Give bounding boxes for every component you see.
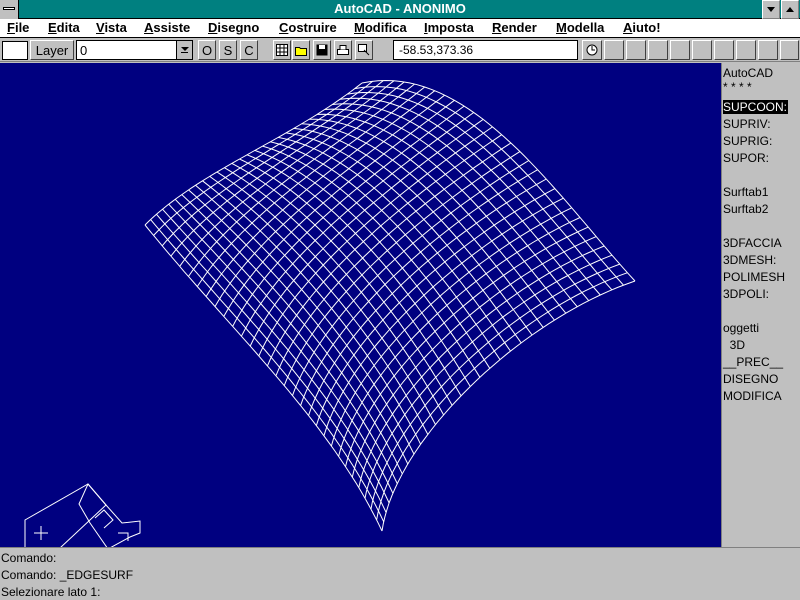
maximize-icon <box>786 7 794 12</box>
menu-disegno[interactable]: Disegno <box>208 20 259 35</box>
side-item-supor[interactable]: SUPOR: <box>723 151 769 165</box>
title-bar: AutoCAD - ANONIMO <box>0 0 800 19</box>
save-disk-icon <box>316 44 328 56</box>
side-item-supriv[interactable]: SUPRIV: <box>723 117 771 131</box>
toolbar-slot-5[interactable] <box>692 40 712 60</box>
toolbar-slot-4[interactable] <box>670 40 690 60</box>
maximize-button[interactable] <box>781 0 799 19</box>
menu-aiuto[interactable]: Aiuto! <box>623 20 661 35</box>
layer-combo[interactable]: 0 <box>76 40 193 60</box>
toolbar-slot-6[interactable] <box>714 40 734 60</box>
coordinate-display: -58.53,373.36 <box>393 40 578 60</box>
side-item-3dpoli[interactable]: 3DPOLI: <box>723 287 769 301</box>
minimize-icon <box>767 7 775 12</box>
side-item-3d[interactable]: 3D <box>723 338 745 352</box>
minimize-button[interactable] <box>762 0 780 19</box>
menu-bar: File Edita Vista Assiste Disegno Costrui… <box>0 19 800 38</box>
layer-value: 0 <box>80 43 88 58</box>
side-item-3dfaccia[interactable]: 3DFACCIA <box>723 236 782 250</box>
toolbar-slot-7[interactable] <box>736 40 756 60</box>
coordinate-button[interactable] <box>582 40 602 60</box>
dropdown-arrow-icon[interactable] <box>176 41 192 59</box>
side-item-stars[interactable]: * * * * <box>723 80 752 94</box>
coordinate-icon <box>586 44 598 56</box>
menu-vista[interactable]: Vista <box>96 20 127 35</box>
save-button[interactable] <box>313 40 331 60</box>
toolbar-slot-8[interactable] <box>758 40 778 60</box>
drawing-area[interactable] <box>0 63 721 547</box>
window-title: AutoCAD - ANONIMO <box>334 1 466 16</box>
toolbar: Layer 0 O S C -58.53,373.36 <box>0 38 800 62</box>
menu-file[interactable]: File <box>7 20 29 35</box>
side-item-surftab2[interactable]: Surftab2 <box>723 202 768 216</box>
print-icon <box>337 45 349 55</box>
side-item-disegno[interactable]: DISEGNO <box>723 372 778 386</box>
toolbar-slot-1[interactable] <box>604 40 624 60</box>
command-line-2: Comando: _EDGESURF <box>1 568 134 582</box>
snap-button[interactable]: S <box>219 40 237 60</box>
side-item-surftab1[interactable]: Surftab1 <box>723 185 768 199</box>
coordinates-text: -58.53,373.36 <box>399 43 474 57</box>
command-line-1: Comando: <box>1 551 57 565</box>
side-item-autocad[interactable]: AutoCAD <box>723 66 773 80</box>
menu-modella[interactable]: Modella <box>556 20 604 35</box>
menu-costruire[interactable]: Costruire <box>279 20 337 35</box>
ortho-button[interactable]: O <box>198 40 216 60</box>
open-folder-icon <box>295 47 307 56</box>
render-button[interactable] <box>355 40 373 60</box>
render-icon <box>358 44 370 56</box>
menu-modifica[interactable]: Modifica <box>354 20 407 35</box>
grid-button[interactable] <box>273 40 291 60</box>
toolbar-slot-2[interactable] <box>626 40 646 60</box>
side-item-modifica[interactable]: MODIFICA <box>723 389 782 403</box>
open-button[interactable] <box>292 40 310 60</box>
command-area[interactable]: Comando: Comando: _EDGESURF Selezionare … <box>0 547 800 600</box>
side-item-prec[interactable]: __PREC__ <box>723 355 783 369</box>
layer-button[interactable]: Layer <box>30 40 74 60</box>
side-screen-menu: AutoCAD * * * * SUPCOON: SUPRIV: SUPRIG:… <box>721 63 800 547</box>
ucs-icon <box>24 483 141 547</box>
grid-icon <box>276 44 288 56</box>
menu-imposta[interactable]: Imposta <box>424 20 474 35</box>
side-item-polimesh[interactable]: POLIMESH <box>723 270 785 284</box>
side-item-3dmesh[interactable]: 3DMESH: <box>723 253 776 267</box>
command-prompt[interactable]: Selezionare lato 1: <box>1 585 100 599</box>
side-item-supcoon[interactable]: SUPCOON: <box>723 100 789 114</box>
color-swatch[interactable] <box>2 41 28 60</box>
toolbar-slot-3[interactable] <box>648 40 668 60</box>
menu-edita[interactable]: Edita <box>48 20 80 35</box>
coords-toggle-button[interactable]: C <box>240 40 258 60</box>
print-button[interactable] <box>334 40 352 60</box>
side-item-suprig[interactable]: SUPRIG: <box>723 134 772 148</box>
menu-render[interactable]: Render <box>492 20 537 35</box>
toolbar-slot-9[interactable] <box>780 40 799 60</box>
menu-assiste[interactable]: Assiste <box>144 20 190 35</box>
side-item-oggetti[interactable]: oggetti <box>723 321 759 335</box>
